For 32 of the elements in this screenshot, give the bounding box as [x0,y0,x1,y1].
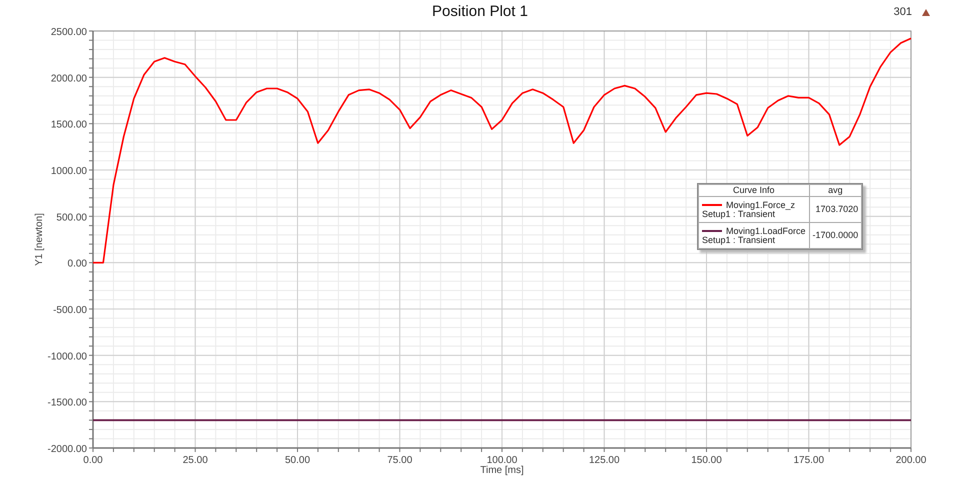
x-tick-label: 175.00 [793,455,824,466]
x-tick-label: 0.00 [83,455,103,466]
x-tick-label: 75.00 [387,455,412,466]
avg-value: 1703.7020 [816,204,858,214]
triangle-icon [922,8,930,16]
plot-title: Position Plot 1 [432,3,528,20]
curve-name: Moving1.Force_z [726,200,796,210]
x-tick-label: 150.00 [691,455,722,466]
y-tick-label: -2000.00 [48,444,87,455]
x-tick-label: 100.00 [486,455,518,466]
curve-name: Moving1.LoadForce [726,226,806,236]
y-axis-title: Y1 [newton] [34,213,45,266]
y-tick-label: 2000.00 [50,73,87,84]
y-tick-label: 1000.00 [50,166,87,177]
y-tick-label: 500.00 [56,212,87,224]
point-count: 301 [894,5,912,20]
y-tick-label: -1500.00 [48,398,87,409]
y-tick-label: -500.00 [53,305,87,316]
legend-header: avg [809,184,862,196]
avg-value: -1700.0000 [812,230,858,240]
curve-setup: Setup1 : Transient [702,210,776,218]
x-tick-label: 25.00 [182,455,208,466]
x-tick-label: 50.00 [284,455,310,466]
y-tick-label: 1500.00 [50,120,87,131]
legend-header: Curve Info [698,184,810,196]
curve-setup: Setup1 : Transient [702,236,776,244]
y-tick-label: -1000.00 [48,351,87,362]
x-tick-label: 125.00 [588,455,620,466]
x-axis-title: Time [ms] [480,465,524,476]
x-tick-label: 200.00 [896,455,926,466]
y-tick-label: 2500.00 [50,27,87,38]
y-tick-label: 0.00 [68,258,87,270]
